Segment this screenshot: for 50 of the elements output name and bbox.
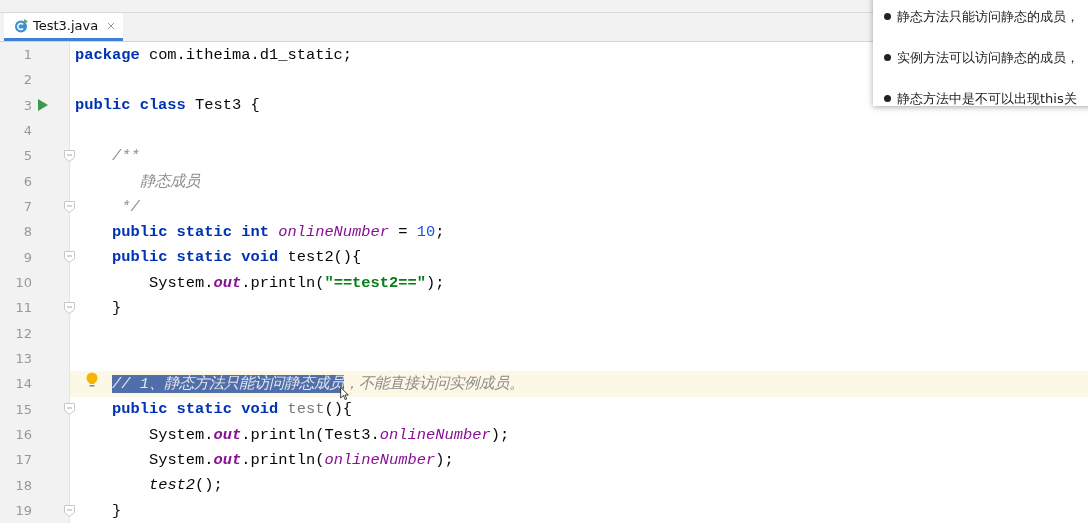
line-number: 18 [14, 477, 32, 493]
bullet-icon [884, 13, 891, 20]
editor-tab[interactable]: Test3.java [4, 13, 124, 41]
line-number: 6 [22, 173, 32, 189]
code-line: public class Test3 { [75, 96, 260, 115]
line-number: 12 [14, 325, 32, 341]
code-line: public static int onlineNumber = 10; [110, 222, 445, 241]
line-number: 11 [14, 300, 32, 316]
line-number: 5 [22, 148, 32, 164]
line-number: 14 [14, 376, 32, 392]
fold-icon[interactable] [64, 251, 75, 264]
note-text: 静态方法中是不可以出现this关 [897, 89, 1077, 108]
class-file-icon [14, 18, 28, 33]
code-line: } [110, 298, 122, 317]
code-line: */ [120, 197, 140, 216]
line-number: 4 [22, 123, 32, 139]
line-number: 2 [22, 72, 32, 88]
line-number: 8 [22, 224, 32, 240]
run-icon[interactable] [38, 99, 48, 112]
line-number: 19 [14, 503, 32, 519]
note-text: 静态方法只能访问静态的成员， [897, 7, 1079, 26]
code-line: public static void test2(){ [110, 248, 362, 267]
code-line: } [110, 501, 122, 520]
fold-icon[interactable] [64, 403, 75, 416]
line-number: 17 [14, 452, 32, 468]
bullet-icon [884, 95, 891, 102]
lightbulb-icon[interactable] [86, 372, 98, 389]
code-line: package com.itheima.d1_static; [75, 45, 353, 64]
bullet-icon [884, 54, 891, 61]
line-number: 10 [14, 275, 32, 291]
fold-icon[interactable] [64, 301, 75, 314]
line-number: 15 [14, 401, 32, 417]
code-line: test2(); [147, 476, 223, 495]
line-number: 9 [22, 249, 32, 265]
code-line: public static void test(){ [110, 400, 353, 419]
fold-icon[interactable] [64, 200, 75, 213]
line-number: 3 [22, 97, 32, 113]
line-number: 7 [22, 199, 32, 215]
code-line: System.out.println(onlineNumber); [147, 450, 454, 469]
line-number: 1 [22, 47, 32, 63]
line-number: 13 [14, 351, 32, 367]
fold-icon[interactable] [64, 149, 75, 162]
code-line: 静态成员 [138, 171, 200, 192]
code-line: System.out.println(Test3.onlineNumber); [147, 425, 510, 444]
close-icon[interactable] [107, 21, 116, 30]
fold-icon[interactable] [64, 504, 75, 517]
note-text: 实例方法可以访问静态的成员， [897, 48, 1079, 67]
code-line: System.out.println("==test2=="); [147, 273, 445, 292]
code-line: /** [110, 146, 140, 165]
line-number: 16 [14, 427, 32, 443]
